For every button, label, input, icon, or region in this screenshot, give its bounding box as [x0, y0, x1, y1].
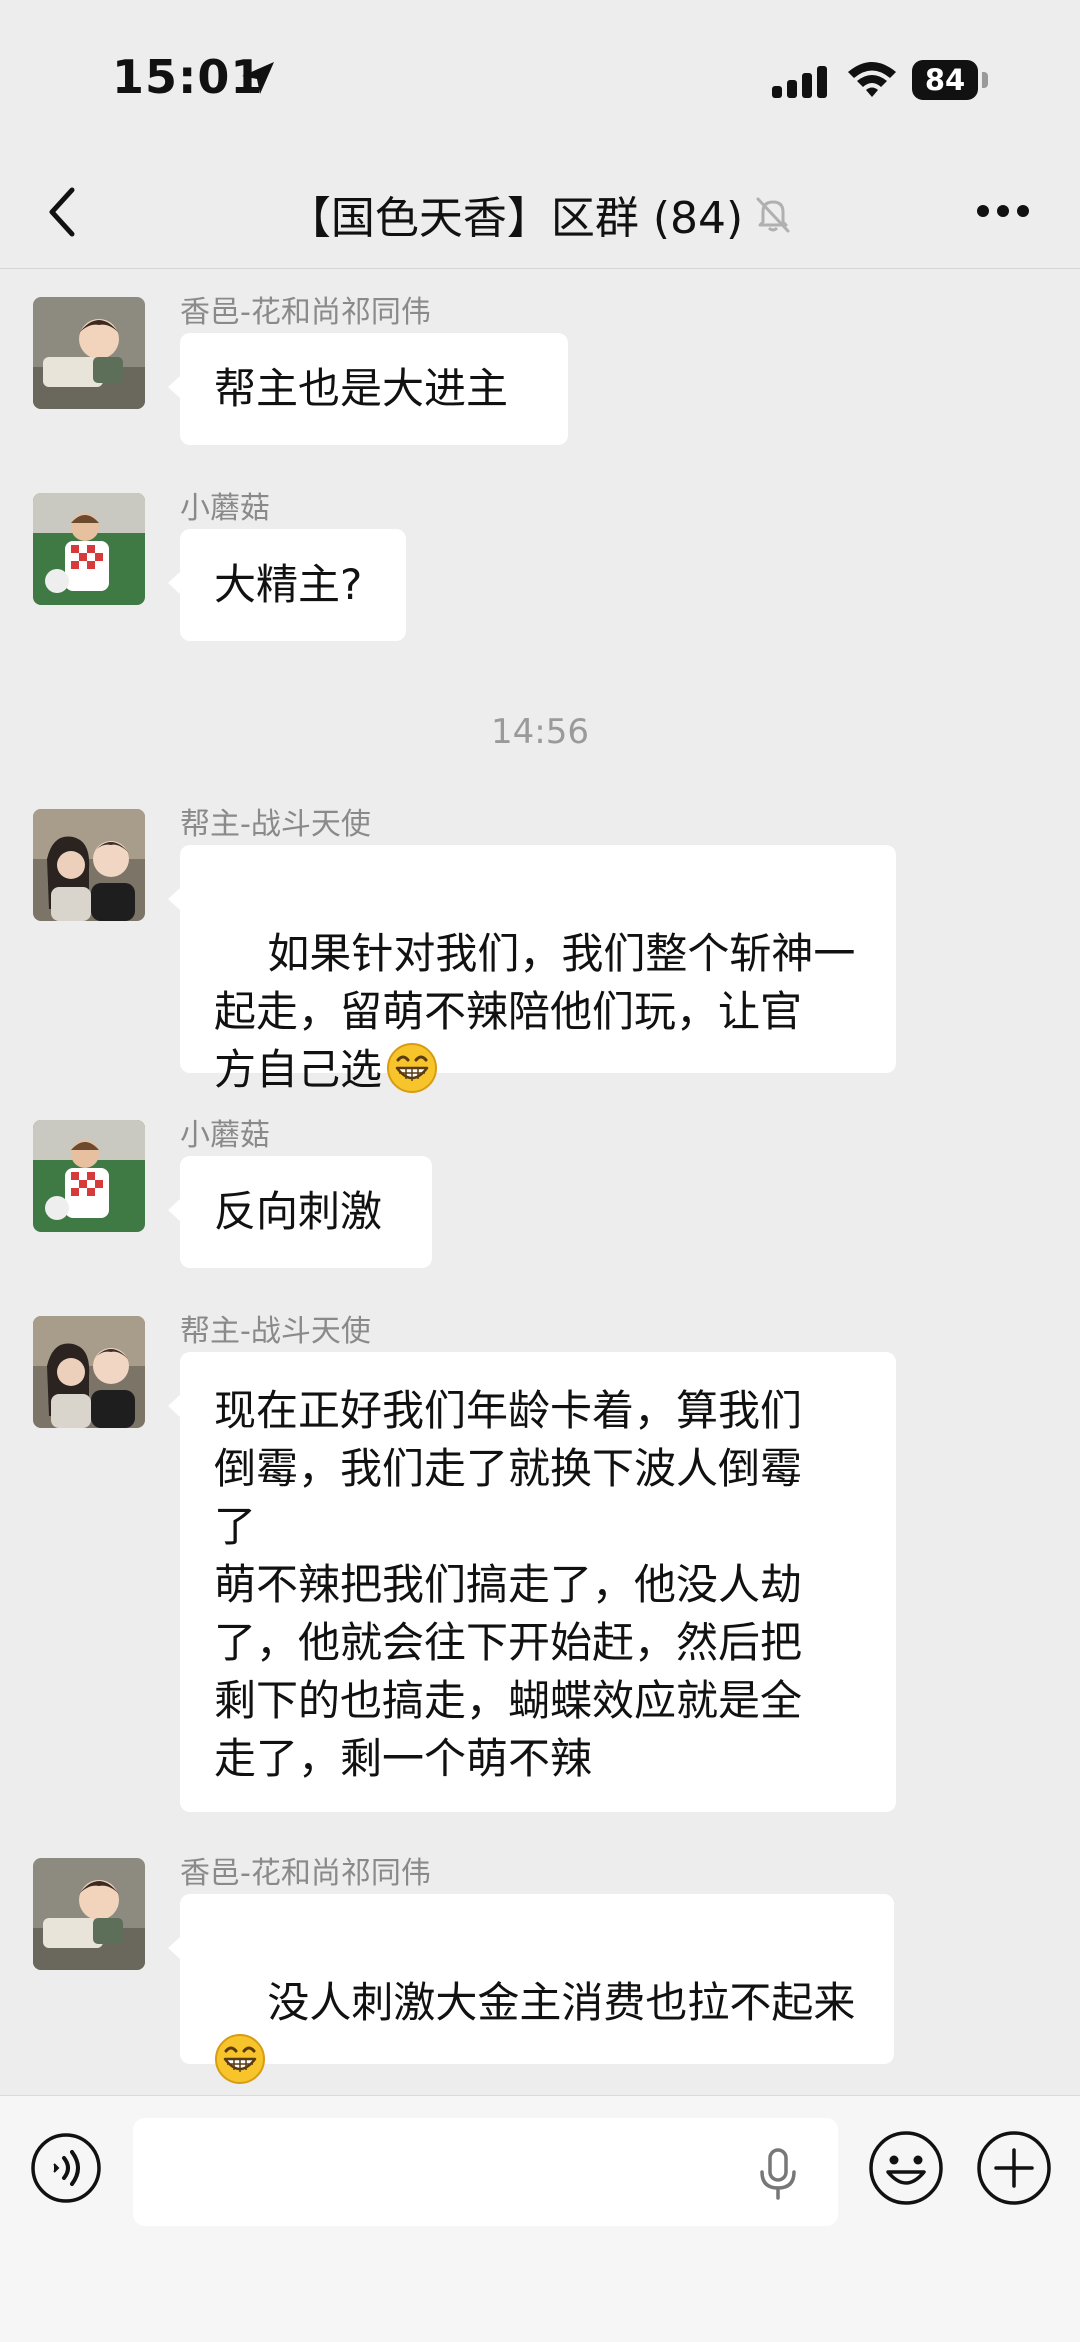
avatar[interactable] [33, 297, 145, 409]
status-bar: 15:01 84 [0, 0, 1080, 160]
sender-name: 帮主-战斗天使 [180, 1314, 371, 1349]
smiley-icon[interactable] [868, 2130, 944, 2206]
grin-emoji-icon [215, 2034, 265, 2084]
message-bubble[interactable]: 帮主也是大进主 [180, 333, 568, 445]
message-bubble[interactable]: 没人刺激大金主消费也拉不起来 [180, 1894, 894, 2084]
grin-emoji-icon [387, 1043, 438, 1093]
battery-level: 84 [912, 60, 978, 100]
sender-name: 香邑-花和尚祁同伟 [180, 295, 431, 330]
bell-slash-icon [756, 197, 790, 233]
more-dots-icon[interactable] [976, 204, 1030, 218]
message-bubble[interactable]: 现在正好我们年龄卡着，算我们 倒霉，我们走了就换下波人倒霉 了 萌不辣把我们搞走… [180, 1352, 896, 1812]
message-text: 没人刺激大金主消费也拉不起来 [267, 1978, 856, 2027]
location-arrow-icon [242, 62, 274, 94]
chat-timestamp: 14:56 [491, 712, 589, 752]
message-bubble[interactable]: 如果针对我们，我们整个斩神一 起走，留萌不辣陪他们玩，让官 方自己选 [180, 845, 896, 1094]
message-bubble[interactable]: 大精主? [180, 529, 406, 641]
input-bar [0, 2095, 1080, 2342]
chat-title[interactable]: 【国色天香】区群 (84) [287, 182, 743, 246]
microphone-icon[interactable] [758, 2148, 798, 2200]
signal-icon [772, 66, 827, 98]
voice-mode-icon[interactable] [30, 2132, 102, 2204]
sender-name: 小蘑菇 [180, 491, 270, 526]
avatar[interactable] [33, 1858, 145, 1970]
chat-title-wrap: 【国色天香】区群 (84) [0, 160, 1080, 268]
message-bubble[interactable]: 反向刺激 [180, 1156, 432, 1268]
wifi-icon [848, 62, 896, 97]
message-text: 如果针对我们，我们整个斩神一 起走，留萌不辣陪他们玩，让官 方自己选 [214, 929, 856, 1094]
avatar[interactable] [33, 809, 145, 921]
avatar[interactable] [33, 1120, 145, 1232]
plus-circle-icon[interactable] [976, 2130, 1052, 2206]
sender-name: 帮主-战斗天使 [180, 807, 371, 842]
message-input[interactable] [133, 2118, 838, 2226]
avatar[interactable] [33, 493, 145, 605]
sender-name: 香邑-花和尚祁同伟 [180, 1856, 431, 1891]
sender-name: 小蘑菇 [180, 1118, 270, 1153]
battery-tip [982, 72, 988, 88]
avatar[interactable] [33, 1316, 145, 1428]
chat-header: 【国色天香】区群 (84) [0, 160, 1080, 269]
